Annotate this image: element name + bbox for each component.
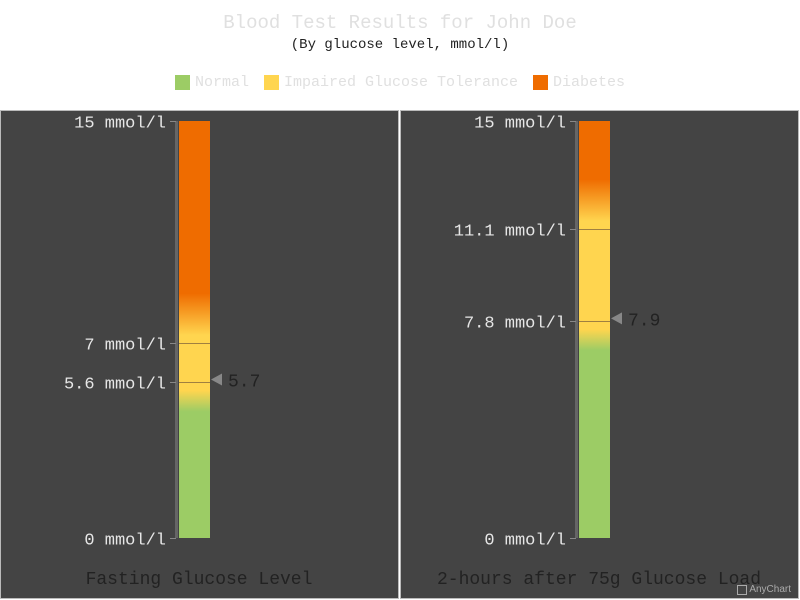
tick-label: 15 mmol/l — [74, 115, 166, 134]
gauge-title: Fasting Glucose Level — [86, 570, 313, 590]
value-label: 7.9 — [628, 311, 660, 331]
gauge-panel: 0 mmol/l 7.8 mmol/l 11.1 mmol/l 15 mmol/l 7.… — [400, 110, 799, 599]
tick-label: 0 mmol/l — [84, 532, 166, 551]
tick-label: 0 mmol/l — [484, 532, 566, 551]
gauges-area: 0 mmol/l 5.6 mmol/l 7 mmol/l 15 mmol/l 5.7 Fa… — [0, 110, 799, 599]
gauge-bar — [179, 121, 210, 538]
tick-label: 15 mmol/l — [474, 115, 566, 134]
value-label: 5.7 — [228, 373, 260, 393]
gauge-title: 2-hours after 75g Glucose Load — [437, 570, 761, 590]
credits[interactable]: AnyChart — [737, 584, 791, 595]
tick-label: 7.8 mmol/l — [464, 315, 566, 334]
tick-label: 5.6 mmol/l — [64, 376, 166, 395]
anychart-logo-icon — [737, 584, 748, 595]
gauge-panel: 0 mmol/l 5.6 mmol/l 7 mmol/l 15 mmol/l 5.7 Fa… — [0, 110, 399, 599]
tick-label: 7 mmol/l — [84, 337, 166, 356]
gauge-bar — [579, 121, 610, 538]
tick-label: 11.1 mmol/l — [454, 223, 566, 242]
